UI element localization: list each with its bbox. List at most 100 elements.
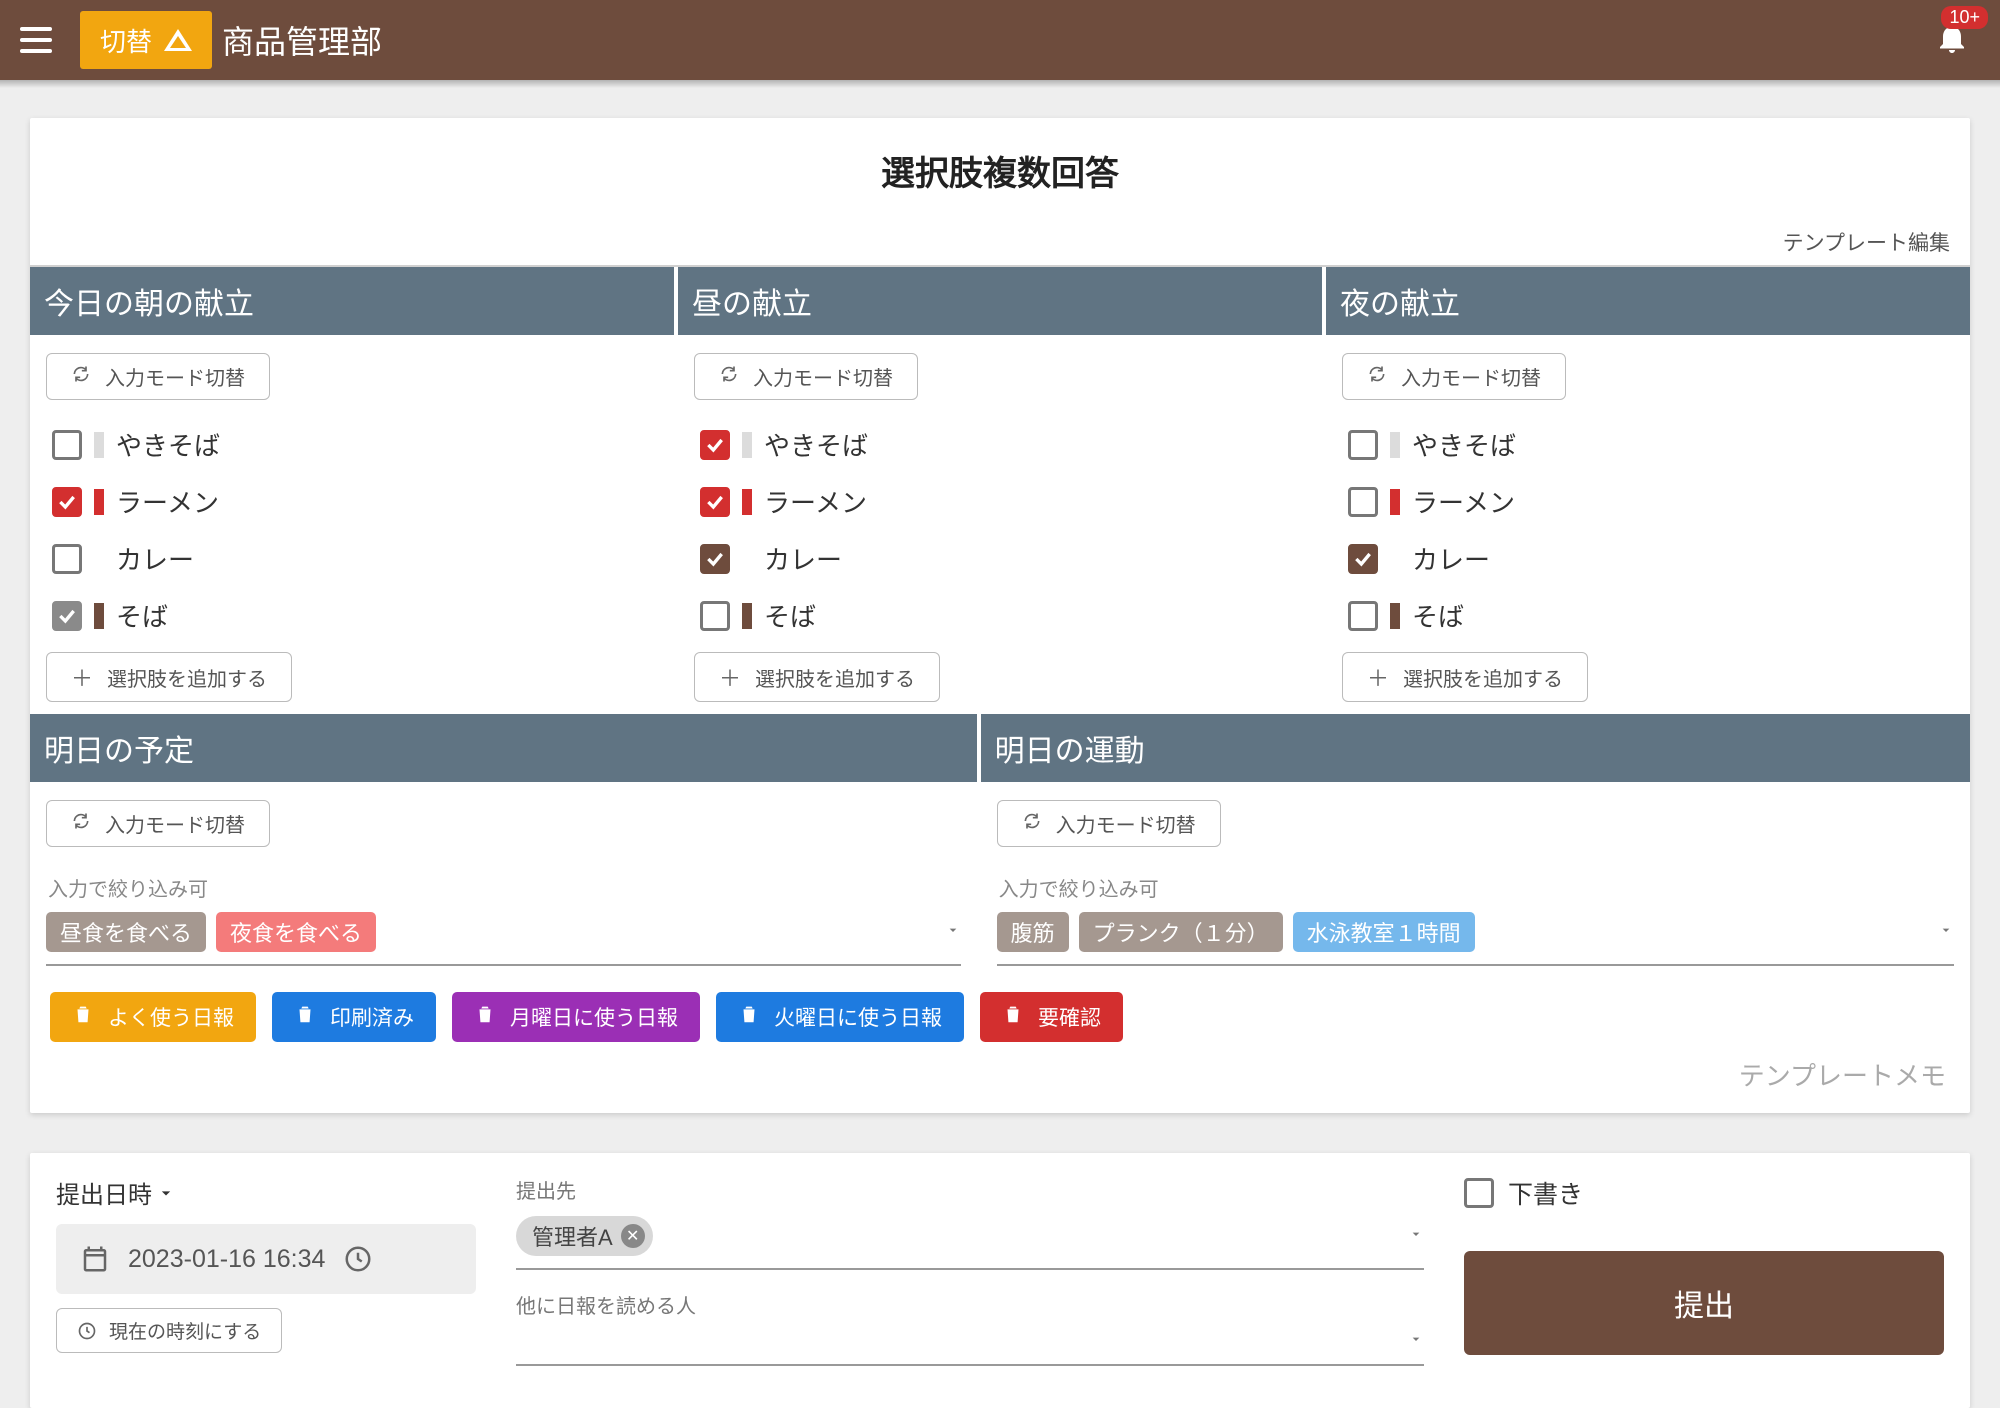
remove-chip-icon[interactable]: ✕	[621, 1224, 645, 1248]
menu-columns: 今日の朝の献立入力モード切替やきそばラーメンカレーそば＋選択肢を追加する昼の献立…	[30, 265, 1970, 714]
checkbox[interactable]	[700, 487, 730, 517]
checkbox[interactable]	[700, 430, 730, 460]
add-option-button[interactable]: ＋選択肢を追加する	[46, 652, 292, 702]
set-now-button[interactable]: 現在の時刻にする	[56, 1308, 282, 1353]
option-row: ラーメン	[694, 473, 1306, 530]
chip: 昼食を食べる	[46, 912, 206, 952]
option-row: そば	[46, 587, 658, 644]
plus-icon: ＋	[1367, 661, 1389, 693]
destination-field[interactable]: 管理者A ✕	[516, 1210, 1424, 1270]
color-tag	[94, 432, 104, 458]
checkbox[interactable]	[52, 487, 82, 517]
color-tag	[742, 432, 752, 458]
column-header: 夜の献立	[1326, 267, 1970, 335]
option-row: やきそば	[1342, 416, 1954, 473]
refresh-icon	[719, 364, 739, 390]
checkbox[interactable]	[700, 601, 730, 631]
checkbox[interactable]	[1348, 544, 1378, 574]
option-label: そば	[764, 597, 816, 634]
tag-button[interactable]: 火曜日に使う日報	[716, 992, 964, 1042]
input-mode-toggle-button[interactable]: 入力モード切替	[46, 800, 270, 847]
input-mode-toggle-button[interactable]: 入力モード切替	[997, 800, 1221, 847]
option-label: そば	[116, 597, 168, 634]
chip-select[interactable]: 腹筋プランク（１分）水泳教室１時間	[997, 908, 1954, 966]
trash-icon	[1002, 1003, 1024, 1031]
filter-hint: 入力で絞り込み可	[48, 873, 961, 902]
notification-badge: 10+	[1941, 6, 1988, 29]
tag-bar: よく使う日報印刷済み月曜日に使う日報火曜日に使う日報要確認	[30, 978, 1970, 1042]
color-tag	[94, 603, 104, 629]
checkbox[interactable]	[52, 430, 82, 460]
menu-column: 夜の献立入力モード切替やきそばラーメンカレーそば＋選択肢を追加する	[1326, 267, 1970, 714]
option-row: ラーメン	[1342, 473, 1954, 530]
tag-button[interactable]: 月曜日に使う日報	[452, 992, 700, 1042]
datetime-picker[interactable]: 2023-01-16 16:34	[56, 1224, 476, 1294]
chip: 水泳教室１時間	[1293, 912, 1475, 952]
checkbox[interactable]	[1348, 601, 1378, 631]
add-option-button[interactable]: ＋選択肢を追加する	[694, 652, 940, 702]
option-label: やきそば	[764, 426, 868, 463]
main-card: 選択肢複数回答 テンプレート編集 今日の朝の献立入力モード切替やきそばラーメンカ…	[30, 118, 1970, 1113]
draft-checkbox[interactable]	[1464, 1178, 1494, 1208]
option-label: カレー	[764, 540, 842, 577]
refresh-icon	[71, 811, 91, 837]
destination-label: 提出先	[516, 1175, 1424, 1204]
plus-icon: ＋	[71, 661, 93, 693]
refresh-icon	[1367, 364, 1387, 390]
option-row: そば	[694, 587, 1306, 644]
chevron-down-icon	[1408, 1226, 1424, 1247]
chip-select[interactable]: 昼食を食べる夜食を食べる	[46, 908, 961, 966]
readers-field[interactable]	[516, 1325, 1424, 1366]
triangle-up-icon	[164, 29, 192, 51]
tag-button[interactable]: 印刷済み	[272, 992, 436, 1042]
trash-icon	[474, 1003, 496, 1031]
option-label: やきそば	[116, 426, 220, 463]
column-header: 明日の予定	[30, 714, 977, 782]
tag-button[interactable]: 要確認	[980, 992, 1123, 1042]
plus-icon: ＋	[719, 661, 741, 693]
color-tag	[1390, 489, 1400, 515]
refresh-icon	[1022, 811, 1042, 837]
template-memo-link[interactable]: テンプレートメモ	[30, 1042, 1970, 1093]
notifications-button[interactable]: 10+	[1934, 20, 1980, 61]
option-label: ラーメン	[1412, 483, 1515, 520]
person-chip: 管理者A ✕	[516, 1216, 653, 1256]
checkbox[interactable]	[1348, 487, 1378, 517]
trash-icon	[738, 1003, 760, 1031]
submit-section: 下書き 提出	[1464, 1175, 1944, 1386]
checkbox[interactable]	[700, 544, 730, 574]
clock-icon	[343, 1244, 373, 1274]
option-row: やきそば	[694, 416, 1306, 473]
filter-hint: 入力で絞り込み可	[999, 873, 1954, 902]
checkbox[interactable]	[1348, 430, 1378, 460]
column-header: 明日の運動	[981, 714, 1970, 782]
checkbox[interactable]	[52, 544, 82, 574]
input-mode-toggle-button[interactable]: 入力モード切替	[1342, 353, 1566, 400]
template-edit-link[interactable]: テンプレート編集	[30, 227, 1970, 265]
switch-button[interactable]: 切替	[80, 11, 212, 69]
datetime-label: 提出日時	[56, 1175, 476, 1210]
datetime-value: 2023-01-16 16:34	[128, 1245, 325, 1274]
column-header: 今日の朝の献立	[30, 267, 674, 335]
chevron-down-icon	[945, 922, 961, 943]
plan-column: 明日の運動入力モード切替入力で絞り込み可腹筋プランク（１分）水泳教室１時間	[981, 714, 1970, 978]
trash-icon	[294, 1003, 316, 1031]
hamburger-menu-icon[interactable]	[20, 20, 60, 60]
input-mode-toggle-button[interactable]: 入力モード切替	[46, 353, 270, 400]
submit-button[interactable]: 提出	[1464, 1251, 1944, 1355]
refresh-icon	[71, 364, 91, 390]
add-option-button[interactable]: ＋選択肢を追加する	[1342, 652, 1588, 702]
input-mode-toggle-button[interactable]: 入力モード切替	[694, 353, 918, 400]
chevron-down-icon	[1408, 1331, 1424, 1352]
app-title: 商品管理部	[222, 17, 382, 63]
checkbox[interactable]	[52, 601, 82, 631]
trash-icon	[72, 1003, 94, 1031]
color-tag	[94, 489, 104, 515]
destination-section: 提出先 管理者A ✕ 他に日報を読める人	[516, 1175, 1424, 1386]
switch-label: 切替	[100, 22, 152, 59]
option-label: ラーメン	[116, 483, 219, 520]
option-row: やきそば	[46, 416, 658, 473]
tag-button[interactable]: よく使う日報	[50, 992, 256, 1042]
menu-column: 昼の献立入力モード切替やきそばラーメンカレーそば＋選択肢を追加する	[678, 267, 1326, 714]
plan-column: 明日の予定入力モード切替入力で絞り込み可昼食を食べる夜食を食べる	[30, 714, 981, 978]
